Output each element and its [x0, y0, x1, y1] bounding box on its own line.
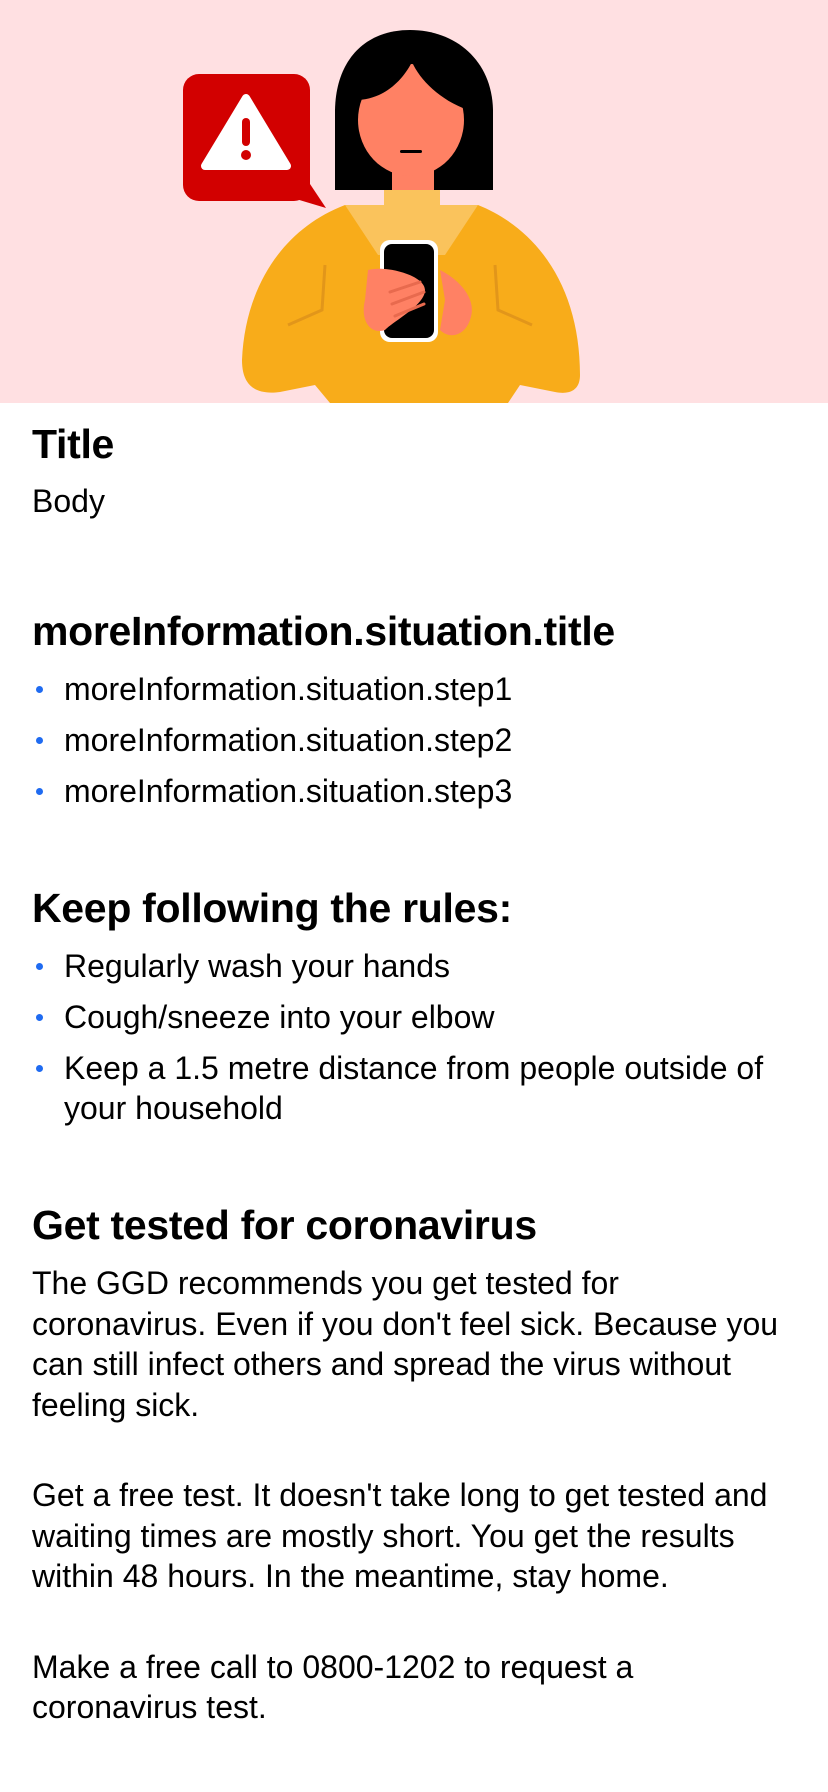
- list-item: Regularly wash your hands: [32, 946, 796, 986]
- bullet-icon: [36, 963, 43, 970]
- list-item: moreInformation.situation.step2: [32, 720, 796, 760]
- situation-title: moreInformation.situation.title: [32, 608, 615, 654]
- bullet-icon: [36, 686, 43, 693]
- person-with-phone-illustration: [183, 30, 580, 403]
- list-item: Cough/sneeze into your elbow: [32, 997, 796, 1037]
- testing-title: Get tested for coronavirus: [32, 1202, 537, 1248]
- rules-section: Keep following the rules: Regularly wash…: [32, 882, 796, 1128]
- testing-paragraph: Make a free call to 0800-1202 to request…: [32, 1648, 634, 1726]
- rule-item: Cough/sneeze into your elbow: [64, 999, 495, 1035]
- testing-paragraph: The GGD recommends you get tested for co…: [32, 1265, 779, 1423]
- rules-title: Keep following the rules:: [32, 885, 512, 931]
- page-title: Title: [32, 421, 115, 467]
- page-body: Body: [32, 483, 105, 519]
- situation-step: moreInformation.situation.step3: [64, 773, 513, 809]
- rule-item: Keep a 1.5 metre distance from people ou…: [64, 1050, 764, 1126]
- rules-list: Regularly wash your hands Cough/sneeze i…: [32, 946, 796, 1128]
- testing-paragraph: Get a free test. It doesn't take long to…: [32, 1477, 768, 1594]
- bullet-icon: [36, 737, 43, 744]
- rule-item: Regularly wash your hands: [64, 948, 450, 984]
- situation-section: moreInformation.situation.title moreInfo…: [32, 605, 796, 811]
- situation-step: moreInformation.situation.step2: [64, 722, 513, 758]
- list-item: moreInformation.situation.step1: [32, 669, 796, 709]
- situation-step: moreInformation.situation.step1: [64, 671, 513, 707]
- testing-section: Get tested for coronavirus The GGD recom…: [32, 1199, 796, 1728]
- situation-steps-list: moreInformation.situation.step1 moreInfo…: [32, 669, 796, 811]
- bullet-icon: [36, 1065, 43, 1072]
- content-area: Title Body moreInformation.situation.tit…: [32, 403, 796, 1728]
- hero-illustration: [0, 0, 828, 403]
- warning-icon: [183, 74, 326, 208]
- list-item: moreInformation.situation.step3: [32, 771, 796, 811]
- bullet-icon: [36, 788, 43, 795]
- list-item: Keep a 1.5 metre distance from people ou…: [32, 1048, 796, 1128]
- bullet-icon: [36, 1014, 43, 1021]
